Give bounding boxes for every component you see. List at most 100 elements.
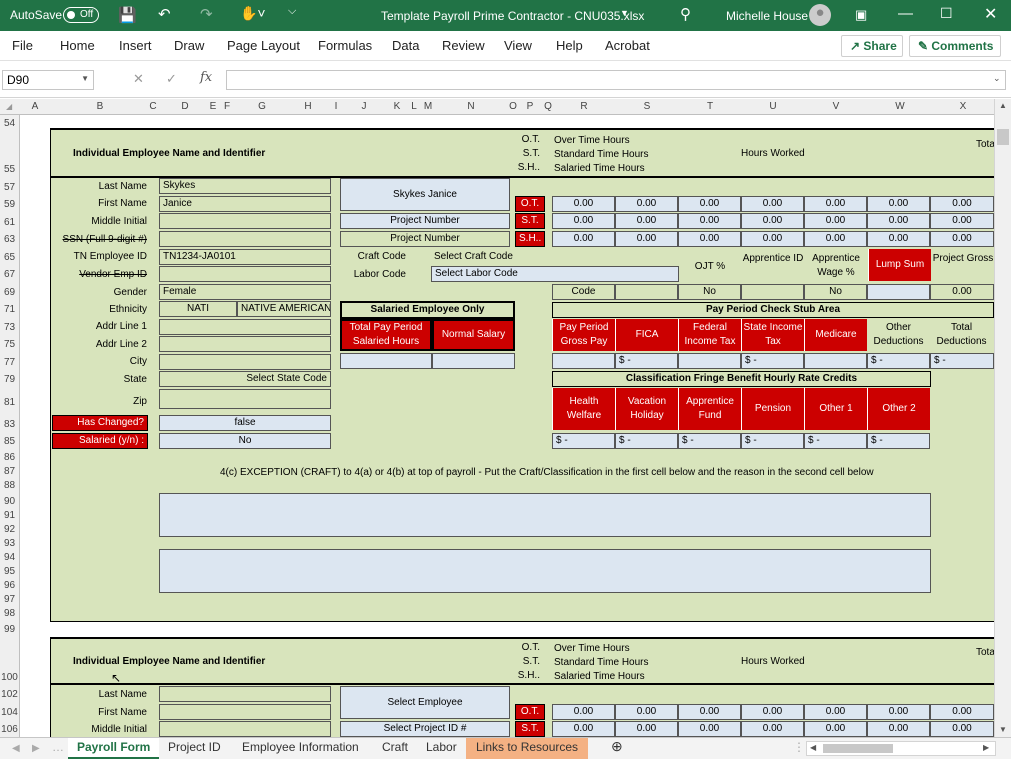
fringe-value[interactable]: $ -	[615, 433, 678, 449]
insert-function-icon[interactable]: fx	[200, 70, 212, 85]
row-header[interactable]: 79	[0, 374, 19, 385]
hours-cell[interactable]: 0.00	[930, 213, 994, 229]
col-header[interactable]: M	[423, 101, 433, 112]
formula-input[interactable]	[226, 70, 1006, 90]
row-header[interactable]: 91	[0, 510, 19, 521]
col-header[interactable]: B	[90, 101, 110, 112]
hours-cell[interactable]: 0.00	[867, 231, 930, 247]
row-header[interactable]: 99	[0, 624, 19, 635]
hours-cell[interactable]: 0.00	[741, 704, 804, 720]
row-header[interactable]: 65	[0, 252, 19, 263]
col-header[interactable]: T	[700, 101, 720, 112]
share-button[interactable]: ↗ Share	[841, 35, 903, 57]
stub-value[interactable]	[804, 353, 867, 369]
row-header[interactable]: 71	[0, 304, 19, 315]
tab-draw[interactable]: Draw	[174, 38, 204, 53]
row-header[interactable]: 96	[0, 580, 19, 591]
hours-cell[interactable]: 0.00	[678, 721, 741, 737]
sheet-tab-links-to-resources[interactable]: Links to Resources	[466, 738, 589, 759]
fringe-value[interactable]: $ -	[552, 433, 615, 449]
project-number-2[interactable]: Project Number	[340, 231, 510, 247]
row-header[interactable]: 88	[0, 480, 19, 491]
last-name-field[interactable]: Skykes	[159, 178, 331, 194]
hours-cell[interactable]: 0.00	[930, 196, 994, 212]
tab-acrobat[interactable]: Acrobat	[605, 38, 650, 53]
state-field[interactable]: Select State Code	[159, 371, 331, 387]
apprentice-id-field[interactable]	[741, 284, 804, 300]
exception-craft-field[interactable]	[159, 493, 931, 537]
col-header[interactable]: Q	[543, 101, 553, 112]
hours-cell[interactable]: 0.00	[615, 231, 678, 247]
col-header[interactable]: E	[208, 101, 218, 112]
row-header[interactable]: 85	[0, 436, 19, 447]
tab-page-layout[interactable]: Page Layout	[227, 38, 300, 53]
undo-icon[interactable]: ↶	[158, 5, 171, 23]
touch-mode-icon[interactable]: ✋˅	[240, 5, 266, 22]
tab-review[interactable]: Review	[442, 38, 485, 53]
col-header[interactable]: P	[525, 101, 535, 112]
prev-sheet-icon[interactable]: ◀	[12, 743, 20, 754]
hours-cell[interactable]: 0.00	[552, 231, 615, 247]
col-header[interactable]: L	[409, 101, 419, 112]
row-header[interactable]: 67	[0, 269, 19, 280]
gender-field[interactable]: Female	[159, 284, 331, 300]
addr2-field[interactable]	[159, 336, 331, 352]
col-header[interactable]: A	[25, 101, 45, 112]
hours-cell[interactable]: 0.00	[678, 213, 741, 229]
tab-home[interactable]: Home	[60, 38, 95, 53]
save-icon[interactable]: 💾	[118, 6, 137, 24]
avatar[interactable]: ●	[809, 4, 831, 26]
hours-cell[interactable]: 0.00	[867, 704, 930, 720]
select-project-field[interactable]: Select Project ID #	[340, 721, 510, 737]
first-name-field[interactable]	[159, 704, 331, 720]
hours-cell[interactable]: 0.00	[741, 213, 804, 229]
hours-cell[interactable]: 0.00	[615, 721, 678, 737]
middle-initial-field[interactable]	[159, 721, 331, 737]
row-header[interactable]: 55	[0, 164, 19, 175]
stub-value[interactable]: $ -	[741, 353, 804, 369]
tab-formulas[interactable]: Formulas	[318, 38, 372, 53]
col-header[interactable]: F	[222, 101, 232, 112]
hours-cell[interactable]: 0.00	[552, 721, 615, 737]
last-name-field[interactable]	[159, 686, 331, 702]
sheet-tab-employee-information[interactable]: Employee Information	[242, 740, 359, 754]
search-icon[interactable]: ⚲	[680, 5, 691, 23]
stub-value[interactable]	[552, 353, 615, 369]
close-icon[interactable]: ✕	[984, 4, 997, 24]
middle-initial-field[interactable]	[159, 213, 331, 229]
col-header[interactable]: D	[175, 101, 195, 112]
fringe-value[interactable]: $ -	[678, 433, 741, 449]
project-gross-field[interactable]: 0.00	[930, 284, 994, 300]
row-header[interactable]: 83	[0, 419, 19, 430]
apprentice-wage-field[interactable]: No	[804, 284, 867, 300]
hours-cell[interactable]: 0.00	[930, 704, 994, 720]
fringe-value[interactable]: $ -	[804, 433, 867, 449]
more-sheets-icon[interactable]: …	[52, 740, 64, 754]
hours-cell[interactable]: 0.00	[867, 721, 930, 737]
stub-value[interactable]: $ -	[867, 353, 930, 369]
ssn-field[interactable]	[159, 231, 331, 247]
hours-cell[interactable]: 0.00	[615, 704, 678, 720]
salaried-hours-field[interactable]	[340, 353, 432, 369]
col-header[interactable]: W	[890, 101, 910, 112]
col-header[interactable]: C	[148, 101, 158, 112]
hours-cell[interactable]: 0.00	[930, 231, 994, 247]
row-header[interactable]: 97	[0, 594, 19, 605]
row-header[interactable]: 61	[0, 217, 19, 228]
vendor-emp-id-field[interactable]	[159, 266, 331, 282]
enter-icon[interactable]: ✓	[166, 71, 177, 87]
hours-cell[interactable]: 0.00	[678, 196, 741, 212]
zip-field[interactable]	[159, 389, 331, 409]
name-box-dropdown-icon[interactable]: ▼	[81, 74, 89, 83]
split-handle-icon[interactable]: ⋮	[793, 740, 805, 754]
tab-file[interactable]: File	[12, 38, 33, 53]
hours-cell[interactable]: 0.00	[615, 196, 678, 212]
hours-cell[interactable]: 0.00	[615, 213, 678, 229]
hscroll-thumb[interactable]	[823, 744, 893, 753]
stub-value[interactable]: $ -	[930, 353, 994, 369]
minimize-icon[interactable]: —	[898, 5, 913, 22]
row-header[interactable]: 87	[0, 466, 19, 477]
tn-employee-id-field[interactable]: TN1234-JA0101	[159, 249, 331, 265]
row-header[interactable]: 77	[0, 357, 19, 368]
hours-cell[interactable]: 0.00	[741, 196, 804, 212]
